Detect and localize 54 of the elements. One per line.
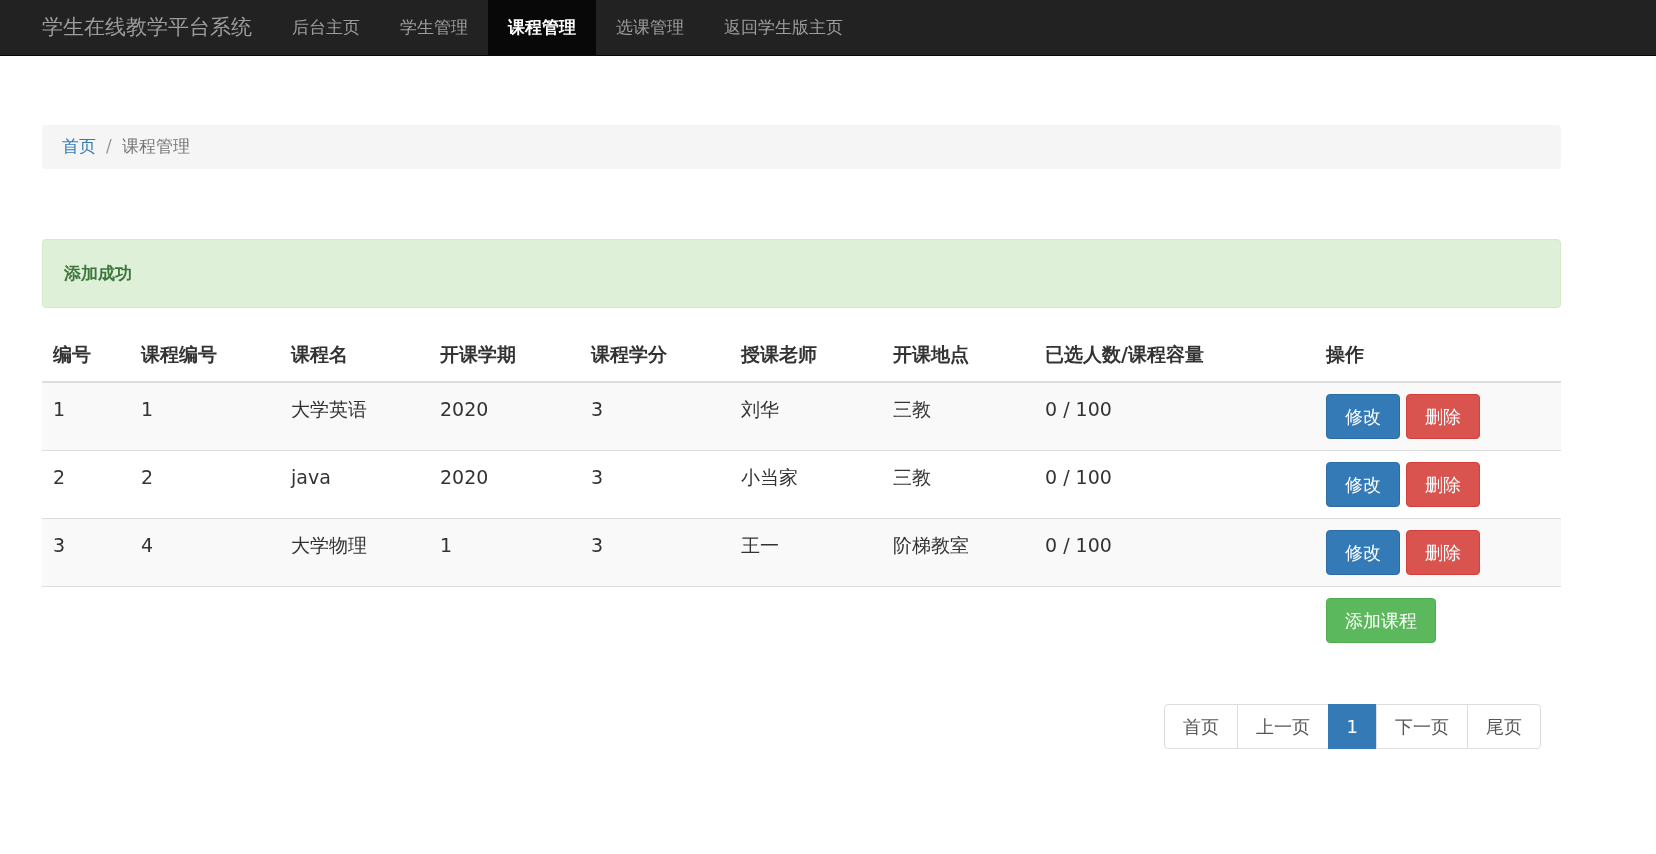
table-cell-text: 2020 [439, 397, 490, 422]
nav-link[interactable]: 选课管理 [596, 0, 704, 55]
success-alert: 添加成功 [42, 239, 1561, 308]
table-cell-text: 刘华 [740, 397, 780, 422]
page-link[interactable]: 下一页 [1376, 704, 1468, 749]
edit-button[interactable]: 修改 [1326, 394, 1400, 439]
page-link[interactable]: 上一页 [1236, 704, 1329, 749]
column-header: 开课学期 [439, 341, 517, 367]
column-header: 课程名 [289, 341, 349, 367]
page-link[interactable]: 1 [1327, 704, 1377, 749]
edit-button[interactable]: 修改 [1326, 530, 1400, 575]
column-header: 开课地点 [892, 341, 970, 367]
column-header: 授课老师 [739, 341, 818, 367]
table-cell-text: 2020 [439, 465, 490, 490]
nav-link[interactable]: 学生管理 [380, 0, 488, 55]
delete-button[interactable]: 删除 [1406, 394, 1480, 439]
page-link[interactable]: 首页 [1163, 704, 1238, 749]
table-cell-text: 3 [590, 397, 605, 422]
table-cell-text: 大学英语 [290, 397, 368, 422]
table-cell-text: 阶梯教室 [892, 533, 970, 558]
nav-link[interactable]: 课程管理 [488, 0, 596, 55]
column-header: 课程学分 [589, 341, 668, 367]
nav-link[interactable]: 返回学生版主页 [704, 0, 863, 55]
table-cell-text: 三教 [892, 465, 932, 490]
table-cell-text: 0 / 100 [1044, 533, 1113, 558]
table-cell-text: java [289, 465, 332, 490]
delete-button[interactable]: 删除 [1406, 530, 1480, 575]
table-cell-text: 0 / 100 [1044, 397, 1113, 422]
nav-link[interactable]: 后台主页 [272, 0, 380, 55]
table-cell-text: 4 [140, 533, 155, 558]
brand-title[interactable]: 学生在线教学平台系统 [42, 0, 252, 55]
table-cell-text: 1 [439, 533, 454, 558]
table-cell-text: 3 [52, 533, 67, 558]
breadcrumb-link[interactable]: 首页 [62, 134, 96, 160]
edit-button[interactable]: 修改 [1326, 462, 1400, 507]
table-cell-text: 小当家 [740, 465, 799, 490]
table-cell-text: 2 [140, 465, 155, 490]
page-link[interactable]: 尾页 [1467, 704, 1541, 749]
table-cell-text: 3 [590, 465, 605, 490]
column-header: 课程编号 [139, 341, 218, 367]
table-cell-text: 0 / 100 [1044, 465, 1113, 490]
table-cell-text: 3 [590, 533, 605, 558]
table-cell-text: 2 [52, 465, 67, 490]
column-header: 操作 [1324, 341, 1365, 367]
table-cell-text: 1 [140, 397, 155, 422]
breadcrumb-current: 课程管理 [121, 135, 190, 159]
table-cell-text: 三教 [892, 397, 932, 422]
column-header: 编号 [52, 341, 92, 367]
delete-button[interactable]: 删除 [1406, 462, 1480, 507]
table-cell-text: 王一 [740, 533, 780, 558]
column-header: 已选人数/课程容量 [1044, 341, 1205, 367]
table-cell-text: 1 [52, 397, 67, 422]
table-cell-text: 大学物理 [290, 533, 368, 558]
breadcrumb-separator: / [106, 135, 112, 159]
